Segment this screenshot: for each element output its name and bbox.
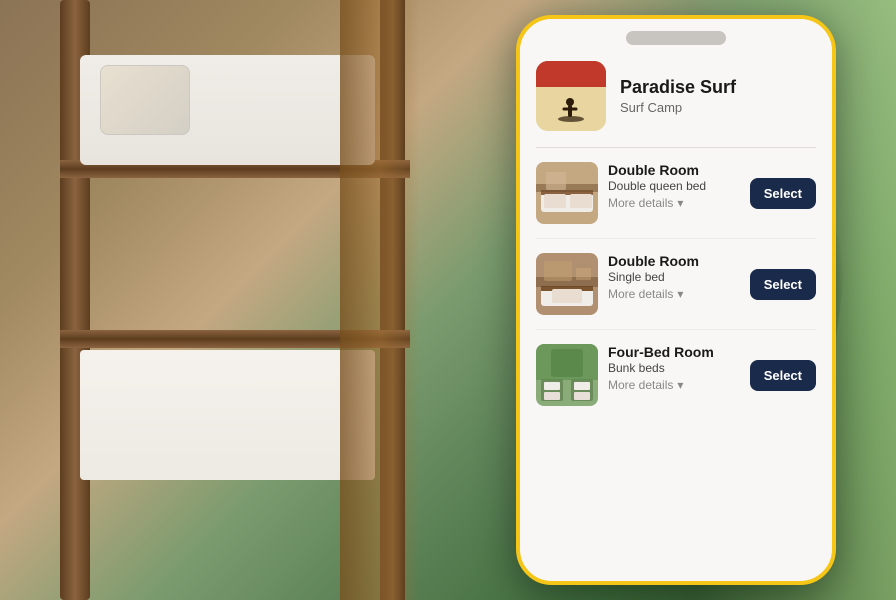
room-3-more-details[interactable]: More details ▾: [608, 378, 740, 392]
room-1-more-details[interactable]: More details ▾: [608, 196, 740, 210]
room-card-2: Double Room Single bed More details ▾ Se…: [536, 253, 816, 330]
room-3-info: Four-Bed Room Bunk beds More details ▾: [608, 344, 740, 392]
notch-bar: [626, 31, 726, 45]
chevron-down-icon: ▾: [677, 196, 683, 210]
room-2-name: Double Room: [608, 253, 740, 269]
room-1-name: Double Room: [608, 162, 740, 178]
section-divider: [536, 147, 816, 148]
room-2-select-button[interactable]: Select: [750, 269, 816, 300]
hotel-info: Paradise Surf Surf Camp: [620, 77, 736, 116]
room-2-more-details-label: More details: [608, 287, 673, 301]
chevron-down-icon: ▾: [677, 287, 683, 301]
hotel-name: Paradise Surf: [620, 77, 736, 99]
room-3-bed-type: Bunk beds: [608, 361, 740, 375]
room-1-info: Double Room Double queen bed More detail…: [608, 162, 740, 210]
room-2-thumbnail: [536, 253, 598, 315]
chevron-down-icon: ▾: [677, 378, 683, 392]
phone-content: Paradise Surf Surf Camp Double Room: [520, 53, 832, 581]
room-3-select-button[interactable]: Select: [750, 360, 816, 391]
hotel-header: Paradise Surf Surf Camp: [536, 61, 816, 131]
room-1-select-button[interactable]: Select: [750, 178, 816, 209]
room-2-info: Double Room Single bed More details ▾: [608, 253, 740, 301]
room-2-more-details[interactable]: More details ▾: [608, 287, 740, 301]
room-card-3: Four-Bed Room Bunk beds More details ▾ S…: [536, 344, 816, 406]
room-3-thumbnail: [536, 344, 598, 406]
hotel-logo: [536, 61, 606, 131]
hotel-category: Surf Camp: [620, 100, 736, 115]
phone-notch: [520, 19, 832, 53]
room-card-1: Double Room Double queen bed More detail…: [536, 162, 816, 239]
room-1-more-details-label: More details: [608, 196, 673, 210]
room-1-thumbnail: [536, 162, 598, 224]
room-3-name: Four-Bed Room: [608, 344, 740, 360]
phone-frame: Paradise Surf Surf Camp Double Room: [516, 15, 836, 585]
room-1-bed-type: Double queen bed: [608, 179, 740, 193]
room-3-more-details-label: More details: [608, 378, 673, 392]
room-2-bed-type: Single bed: [608, 270, 740, 284]
